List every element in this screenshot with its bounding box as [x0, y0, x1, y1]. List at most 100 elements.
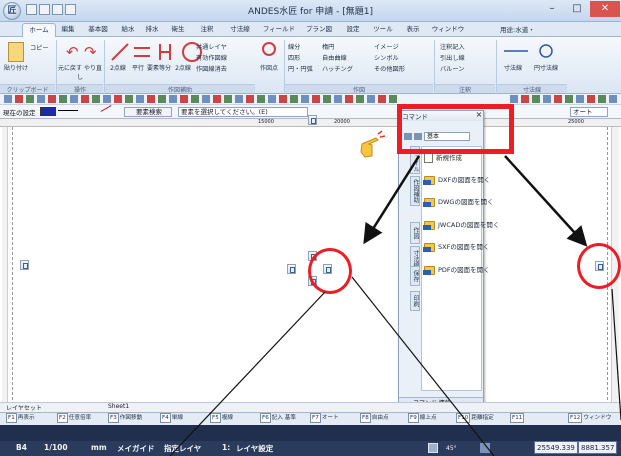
toolbar-tool-icon[interactable] — [147, 95, 155, 103]
toolbar-tool-icon[interactable] — [543, 95, 551, 103]
other-shape-button[interactable]: その他図形 — [374, 64, 405, 73]
common-layer-checkbox[interactable]: 共通レイヤ — [196, 42, 227, 51]
command-new-file[interactable]: 新規作成 — [424, 152, 462, 166]
vtab-drawing-aid[interactable]: 作図補助 — [410, 176, 420, 206]
tab-tools[interactable]: ツール — [368, 23, 398, 37]
toolbar-tool-icon[interactable] — [257, 95, 265, 103]
tab-home[interactable]: ホーム — [22, 23, 56, 37]
tab-dimension[interactable]: 寸法線 — [222, 23, 258, 37]
toolbar-tool-icon[interactable] — [312, 95, 320, 103]
scroll-up-button[interactable] — [308, 115, 317, 125]
tab-field[interactable]: フィールド — [258, 23, 300, 37]
toolbar-tool-icon[interactable] — [279, 95, 287, 103]
snap-mode-dropdown[interactable]: オート — [570, 107, 608, 117]
toolbar-tool-icon[interactable] — [191, 95, 199, 103]
line-segment-button[interactable]: 線分 — [288, 42, 300, 51]
toolbar-tool-icon[interactable] — [48, 95, 56, 103]
paste-icon[interactable] — [8, 42, 24, 62]
vtab-drawing[interactable]: 作図 — [410, 222, 420, 244]
effective-line-checkbox[interactable]: 有効作図線 — [196, 53, 227, 62]
toolbar-tool-icon[interactable] — [246, 95, 254, 103]
sheet-tab[interactable]: Sheet1 — [108, 403, 129, 412]
vtab-save[interactable]: 保存 — [410, 266, 420, 286]
hatching-button[interactable]: ハッチング — [322, 64, 353, 73]
tab-window[interactable]: ウィンドウ — [428, 23, 468, 37]
two-point-line-button[interactable]: 2点線 — [108, 63, 128, 72]
toolbar-tool-icon[interactable] — [521, 95, 529, 103]
toolbar-tool-icon[interactable] — [136, 95, 144, 103]
leader-line-button[interactable]: 引出し線 — [440, 53, 465, 62]
f6-entry-base[interactable]: F6 記入 基準 — [260, 413, 296, 424]
maximize-button[interactable]: □ — [565, 1, 589, 17]
toolbar-tool-icon[interactable] — [268, 95, 276, 103]
toolbar-tool-icon[interactable] — [4, 95, 12, 103]
toolbar-tool-icon[interactable] — [345, 95, 353, 103]
toolbar-tool-icon[interactable] — [323, 95, 331, 103]
symbol-button[interactable]: シンボル — [374, 53, 399, 62]
two-point-line-b-button[interactable]: 2点線 — [172, 63, 194, 72]
toolbar-tool-icon[interactable] — [290, 95, 298, 103]
toolbar-tool-icon[interactable] — [609, 95, 617, 103]
equal-division-button[interactable]: 要素等分 — [146, 63, 172, 72]
toolbar-tool-icon[interactable] — [26, 95, 34, 103]
erase-line-button[interactable]: 作図線消去 — [196, 64, 227, 73]
undo-icon[interactable]: ↶ — [66, 43, 79, 61]
layer-settings[interactable]: レイヤ設定 — [236, 443, 273, 454]
annotation-button[interactable]: 注釈記入 — [440, 42, 465, 51]
ellipse-button[interactable]: 楕円 — [322, 42, 334, 51]
toolbar-tool-icon[interactable] — [334, 95, 342, 103]
toolbar-tool-icon[interactable] — [356, 95, 364, 103]
f12-window[interactable]: F12 ウィンドウ — [568, 413, 611, 424]
toolbar-tool-icon[interactable] — [598, 95, 606, 103]
tab-sanitary[interactable]: 衛生 — [164, 23, 192, 37]
drawing-scale[interactable]: 1/100 — [44, 443, 68, 452]
f11-key[interactable]: F11 — [510, 413, 525, 424]
f4-single-line[interactable]: F4 単線 — [160, 413, 183, 424]
tab-annotation[interactable]: 注釈 — [192, 23, 222, 37]
toolbar-tool-icon[interactable] — [158, 95, 166, 103]
f10-distance[interactable]: F10 距離指定 — [456, 413, 494, 424]
f7-auto[interactable]: F7 オート — [310, 413, 339, 424]
snap-icon[interactable] — [480, 443, 490, 453]
toolbar-tool-icon[interactable] — [169, 95, 177, 103]
toolbar-tool-icon[interactable] — [15, 95, 23, 103]
toolbar-tool-icon[interactable] — [565, 95, 573, 103]
toolbar-tool-icon[interactable] — [213, 95, 221, 103]
balloon-button[interactable]: バルーン — [440, 64, 464, 73]
toolbar-tool-icon[interactable] — [367, 95, 375, 103]
rectangle-button[interactable]: 四形 — [288, 53, 300, 62]
toolbar-tool-icon[interactable] — [37, 95, 45, 103]
parallel-button[interactable]: 平行 — [130, 63, 146, 72]
f8-free-point[interactable]: F8 自由点 — [360, 413, 389, 424]
toolbar-tool-icon[interactable] — [81, 95, 89, 103]
toolbar-tool-icon[interactable] — [92, 95, 100, 103]
scroll-left-button[interactable] — [20, 260, 29, 270]
dimension-icon[interactable] — [502, 44, 562, 58]
toolbar-tool-icon[interactable] — [59, 95, 67, 103]
tab-view[interactable]: 表示 — [398, 23, 428, 37]
redo-icon[interactable]: ↷ — [84, 43, 97, 61]
tab-base-drawing[interactable]: 基本図 — [80, 23, 116, 37]
f2-arbitrary-scale[interactable]: F2 任意倍率 — [57, 413, 91, 424]
command-open-jwcad[interactable]: JWCADの図面を開く — [423, 219, 499, 233]
minimize-button[interactable]: – — [540, 1, 564, 17]
image-button[interactable]: イメージ — [374, 42, 399, 51]
f3-move[interactable]: F3 作図移動 — [108, 413, 142, 424]
command-open-dwg[interactable]: DWGの図面を開く — [423, 196, 493, 210]
toolbar-tool-icon[interactable] — [114, 95, 122, 103]
paste-button[interactable]: 貼り付け — [2, 63, 30, 72]
toolbar-tool-icon[interactable] — [224, 95, 232, 103]
toolbar-tool-icon[interactable] — [235, 95, 243, 103]
tab-settings[interactable]: 設定 — [338, 23, 368, 37]
paper-size[interactable]: B4 — [16, 443, 27, 452]
color-swatch[interactable] — [40, 107, 56, 116]
grid-toggle-icon[interactable] — [428, 443, 438, 453]
command-open-dxf[interactable]: DXFの図面を開く — [423, 174, 490, 188]
toolbar-tool-icon[interactable] — [301, 95, 309, 103]
tab-plan[interactable]: プラン図 — [300, 23, 338, 37]
toolbar-tool-icon[interactable] — [180, 95, 188, 103]
vtab-print[interactable]: 印刷 — [410, 291, 420, 311]
layer-mode[interactable]: 指定レイヤ — [164, 443, 201, 454]
drawing-point-button[interactable]: 作図点 — [256, 63, 282, 72]
free-curve-button[interactable]: 自由曲線 — [322, 53, 347, 62]
